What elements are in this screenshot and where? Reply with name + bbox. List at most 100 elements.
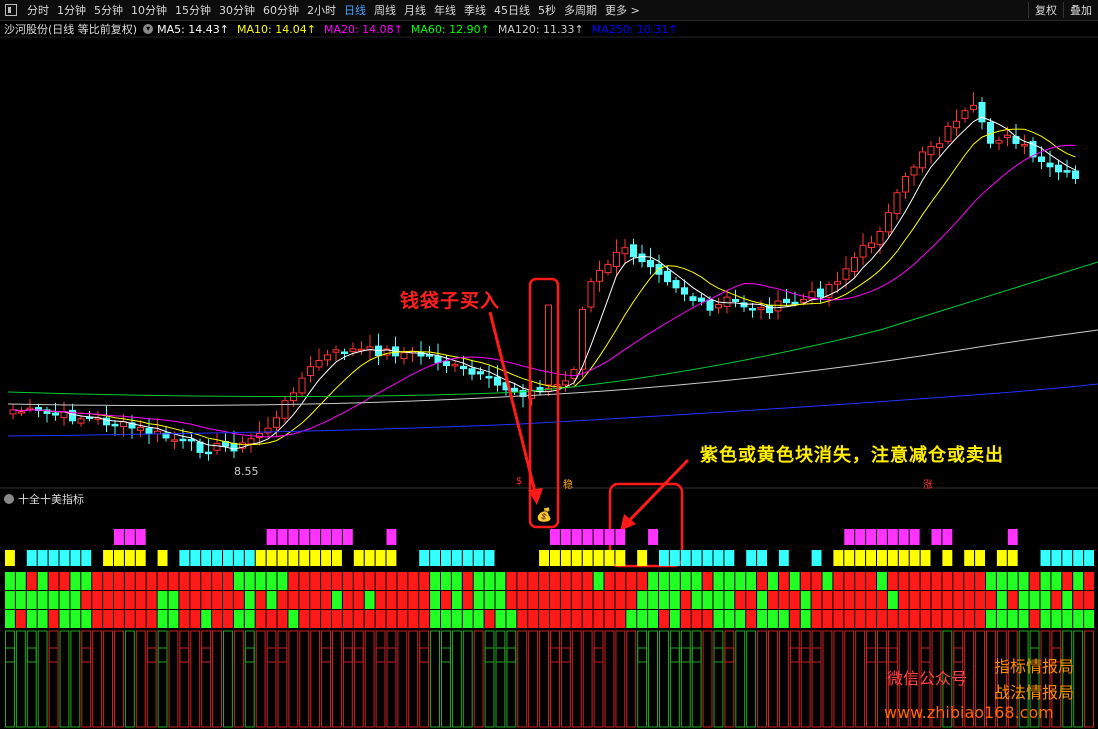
- strength-block: [103, 572, 113, 590]
- period-tab[interactable]: 月线: [400, 2, 430, 18]
- strength-block: [702, 610, 713, 628]
- strength-block: [48, 610, 59, 628]
- strength-block: [70, 610, 81, 628]
- period-tab[interactable]: 日线: [340, 2, 370, 18]
- strength-block: [1051, 591, 1062, 609]
- strength-block: [920, 610, 931, 628]
- period-tab[interactable]: 45日线: [490, 2, 534, 18]
- strength-block: [811, 610, 822, 628]
- settings-icon[interactable]: ▾: [143, 24, 154, 34]
- strength-block: [1073, 591, 1084, 609]
- volume-outline: [353, 647, 364, 663]
- strength-block: [212, 572, 222, 590]
- strength-block: [735, 591, 746, 609]
- period-tab[interactable]: 10分钟: [127, 2, 171, 18]
- strength-block: [92, 591, 103, 609]
- strength-block: [920, 591, 931, 609]
- strength-block: [353, 591, 364, 609]
- magenta-block: [582, 529, 593, 545]
- volume-outline: [833, 630, 844, 728]
- candle-body: [18, 411, 25, 414]
- volume-outline: [201, 647, 212, 663]
- strength-block: [495, 610, 506, 628]
- strength-block: [223, 591, 233, 609]
- volume-outline: [789, 630, 800, 728]
- period-tab[interactable]: 15分钟: [171, 2, 215, 18]
- strength-block: [626, 610, 637, 628]
- cyan-block: [757, 550, 767, 566]
- volume-outline: [59, 630, 70, 728]
- candle-body: [842, 268, 850, 280]
- strength-block: [931, 572, 942, 590]
- strength-block: [637, 572, 648, 590]
- strength-block: [179, 610, 190, 628]
- candle-body: [171, 439, 178, 442]
- period-tab[interactable]: 5分钟: [90, 2, 127, 18]
- strength-block: [1051, 572, 1062, 590]
- volume-outline: [135, 630, 146, 728]
- volume-outline: [26, 630, 37, 728]
- period-tab[interactable]: 60分钟: [259, 2, 303, 18]
- indicator-menu-icon[interactable]: [4, 494, 14, 504]
- strength-block: [233, 610, 244, 628]
- strength-block: [746, 572, 757, 590]
- candle-body: [774, 300, 782, 312]
- candle-body: [910, 166, 918, 176]
- volume-outline: [266, 630, 277, 728]
- volume-outline: [386, 630, 397, 728]
- strength-block: [157, 610, 168, 628]
- cyan-block: [1040, 550, 1051, 566]
- period-tab[interactable]: 分时: [23, 2, 53, 18]
- watermark-wechat: 微信公众号: [887, 669, 968, 688]
- period-tab[interactable]: 季线: [460, 2, 490, 18]
- yellow-block: [124, 550, 135, 566]
- strength-block: [70, 591, 81, 609]
- volume-outline: [517, 630, 528, 728]
- strength-block: [299, 591, 310, 609]
- volume-outline: [277, 647, 288, 663]
- strength-block: [811, 591, 822, 609]
- yellow-block: [375, 550, 386, 566]
- period-tab[interactable]: 1分钟: [53, 2, 90, 18]
- period-tab[interactable]: 周线: [370, 2, 400, 18]
- strength-block: [975, 572, 985, 590]
- strength-block: [408, 610, 419, 628]
- strength-block: [364, 572, 375, 590]
- strength-block: [528, 610, 539, 628]
- strength-block: [484, 591, 495, 609]
- panel-toggle-icon[interactable]: [5, 4, 17, 16]
- period-tab[interactable]: 2小时: [303, 2, 340, 18]
- strength-block: [691, 572, 702, 590]
- period-tab[interactable]: 5秒: [534, 2, 560, 18]
- overlay-button[interactable]: 叠加: [1063, 2, 1098, 18]
- cyan-block: [713, 550, 724, 566]
- candle-body: [349, 348, 357, 352]
- period-tab[interactable]: 更多 >: [601, 2, 644, 18]
- strength-block: [669, 572, 680, 590]
- strength-block: [26, 572, 37, 590]
- ma-legend-item: MA250: 10.31↑: [591, 22, 678, 36]
- period-tab[interactable]: 多周期: [560, 2, 601, 18]
- candle-body: [978, 102, 986, 123]
- strength-block: [212, 610, 222, 628]
- volume-outline: [441, 630, 451, 728]
- strength-block: [942, 591, 953, 609]
- yellow-block: [833, 550, 844, 566]
- period-tab[interactable]: 30分钟: [215, 2, 259, 18]
- yellow-block: [996, 550, 1007, 566]
- cyan-block: [244, 550, 255, 566]
- strength-block: [822, 610, 833, 628]
- cyan-block: [37, 550, 48, 566]
- strength-block: [713, 591, 724, 609]
- kline-chart[interactable]: [0, 0, 1098, 729]
- magenta-block: [332, 529, 342, 545]
- candle-body: [1004, 134, 1011, 139]
- strength-block: [659, 591, 669, 609]
- strength-block: [168, 591, 179, 609]
- period-tab[interactable]: 年线: [430, 2, 460, 18]
- cyan-block: [26, 550, 37, 566]
- fuquan-button[interactable]: 复权: [1028, 2, 1063, 18]
- candle-body: [876, 230, 884, 246]
- candle-body: [451, 363, 459, 367]
- strength-block: [844, 591, 855, 609]
